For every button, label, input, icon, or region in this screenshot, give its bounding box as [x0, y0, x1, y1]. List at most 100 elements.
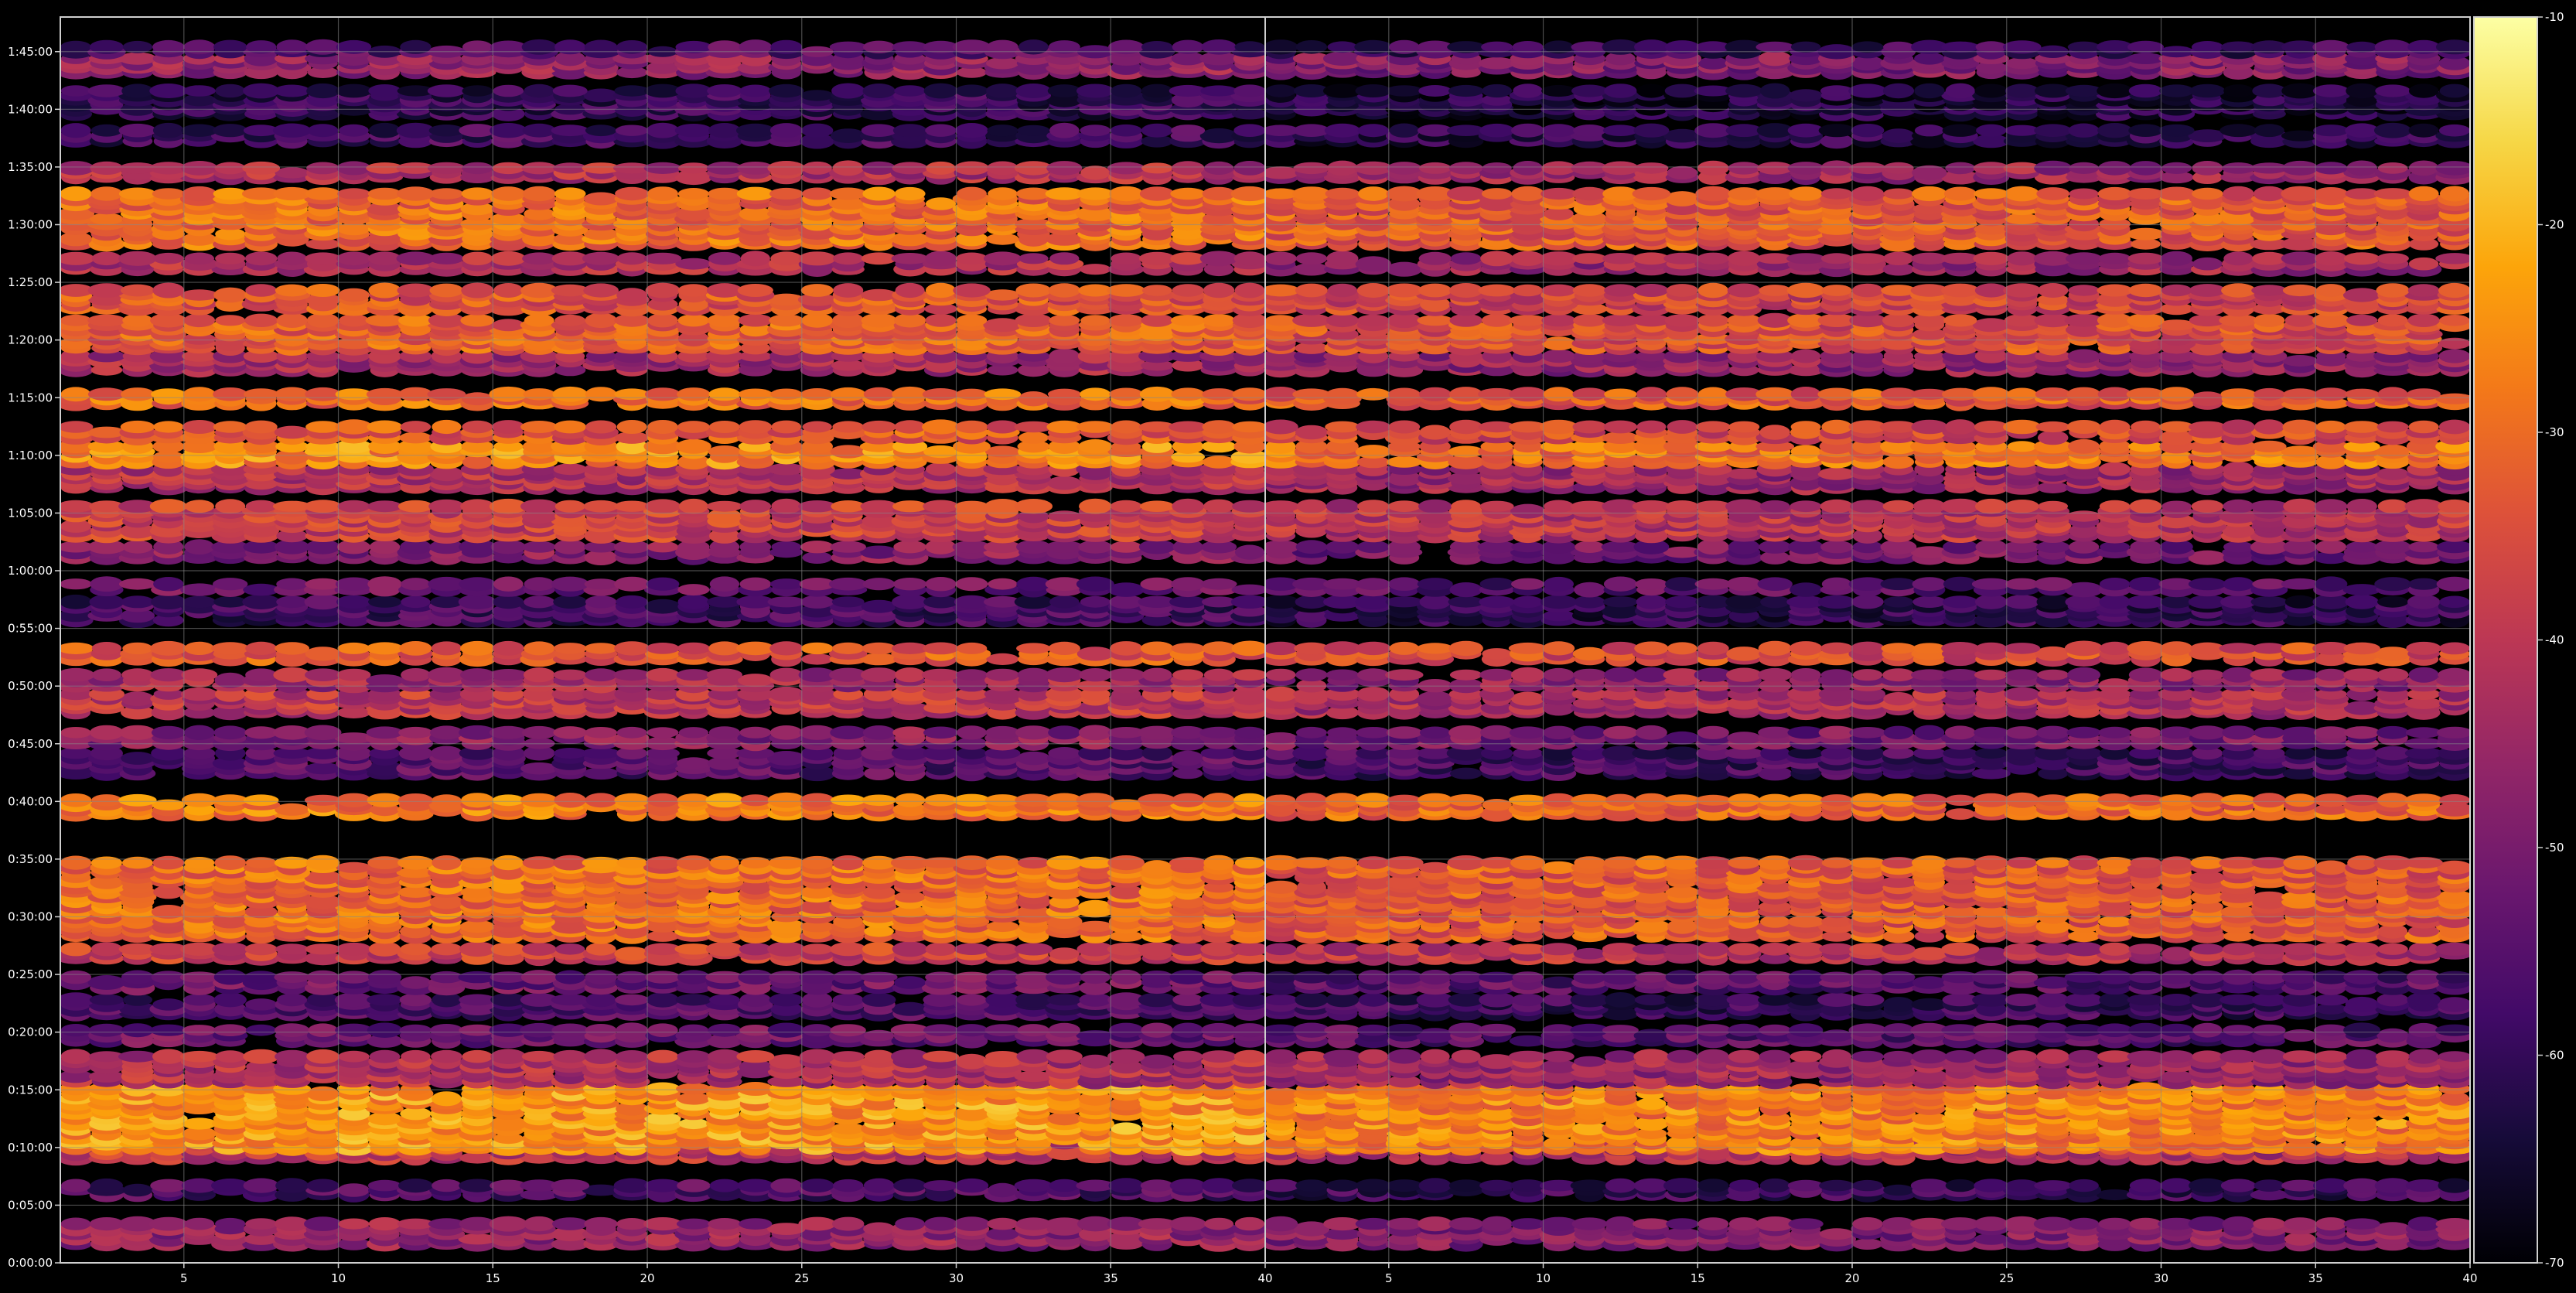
heatmap-cell [460, 499, 495, 513]
heatmap-cell [367, 576, 402, 592]
heatmap-cell [862, 420, 896, 434]
heatmap-cell [954, 943, 990, 956]
heatmap-cell [366, 387, 404, 401]
heatmap-cell [367, 793, 403, 808]
heatmap-cell [1171, 942, 1206, 957]
heatmap-cell [118, 1050, 157, 1063]
heatmap-cell [800, 595, 834, 609]
heatmap-cell [121, 691, 155, 707]
heatmap-cell [985, 855, 1019, 870]
heatmap-cell [833, 283, 864, 298]
heatmap-cell [893, 541, 926, 554]
heatmap-cell [524, 595, 555, 609]
heatmap-cell [368, 282, 401, 299]
heatmap-cell [431, 943, 462, 956]
heatmap-cell [60, 387, 91, 402]
heatmap-cell [925, 313, 957, 327]
heatmap-cell [923, 445, 958, 459]
heatmap-cell [1049, 348, 1080, 364]
heatmap-cell [1049, 595, 1080, 609]
heatmap-cell [524, 641, 555, 656]
heatmap-cell [212, 794, 248, 807]
heatmap-cell [584, 643, 618, 654]
heatmap-cell [367, 856, 402, 869]
heatmap-cell [90, 942, 123, 957]
heatmap-cell [1203, 793, 1235, 808]
heatmap-cell [1203, 855, 1234, 871]
heatmap-cell [1140, 1179, 1174, 1192]
heatmap-cell [677, 1050, 711, 1063]
heatmap-cell [90, 576, 124, 592]
heatmap-cell [397, 793, 433, 807]
heatmap-cell [1234, 282, 1265, 299]
heatmap-cell [120, 420, 155, 434]
heatmap-cell [832, 993, 864, 1006]
heatmap-cell [552, 1217, 589, 1230]
heatmap-cell [646, 667, 680, 682]
heatmap-cell [215, 499, 246, 514]
heatmap-cell [1109, 387, 1144, 401]
heatmap-cell [864, 1049, 894, 1063]
heatmap-cell [585, 727, 618, 739]
heatmap-cell [678, 1024, 709, 1036]
heatmap-cell [520, 970, 558, 985]
heatmap-cell [987, 943, 1018, 956]
heatmap-cell [60, 314, 92, 326]
heatmap-cell [802, 1024, 832, 1037]
heatmap-cell [398, 726, 433, 739]
heatmap-cell [1048, 1022, 1081, 1038]
heatmap-cell [521, 725, 557, 739]
heatmap-cell [800, 388, 834, 401]
heatmap-cell [1199, 251, 1238, 267]
heatmap-cell [1169, 970, 1206, 984]
heatmap-cell [119, 725, 156, 740]
heatmap-cell [676, 438, 711, 454]
heatmap-cell [244, 388, 279, 401]
heatmap-cell [769, 667, 804, 682]
heatmap-cell [1080, 387, 1111, 401]
heatmap-cell [430, 725, 463, 740]
heatmap-cell [893, 1179, 926, 1192]
heatmap-cell [1170, 315, 1206, 326]
heatmap-cell [243, 1049, 280, 1064]
heatmap-cell [60, 421, 94, 433]
heatmap-cell [831, 794, 866, 807]
heatmap-cell [60, 727, 91, 739]
heatmap-cell [182, 420, 217, 434]
heatmap-cell [708, 421, 741, 433]
heatmap-cell [276, 312, 308, 328]
heatmap-cell [555, 970, 585, 984]
heatmap-cell [399, 432, 432, 444]
heatmap-cell [831, 596, 865, 608]
heatmap-cell [954, 1216, 990, 1231]
heatmap-cell [336, 668, 371, 681]
heatmap-cell [91, 794, 122, 807]
heatmap-cell [830, 1024, 866, 1037]
heatmap-cell [1077, 920, 1114, 933]
heatmap-cell [832, 252, 864, 265]
heatmap-cell [677, 421, 711, 433]
heatmap-cell [677, 584, 710, 596]
heatmap-cell [925, 251, 957, 267]
heatmap-cell [1172, 669, 1204, 681]
heatmap-cell [1169, 1179, 1206, 1192]
heatmap-cell [830, 541, 866, 553]
heatmap-cell [954, 500, 989, 512]
heatmap-cell [181, 668, 218, 682]
heatmap-cell [771, 420, 802, 434]
heatmap-cell [459, 994, 496, 1006]
heatmap-cell [179, 1050, 219, 1063]
heatmap-cell [678, 498, 709, 514]
heatmap-cell [1199, 993, 1238, 1007]
heatmap-cell [277, 251, 307, 266]
heatmap-cell [614, 576, 650, 592]
heatmap-cell [1015, 992, 1052, 1008]
heatmap-cell [152, 1049, 185, 1064]
heatmap-cell [769, 971, 804, 984]
heatmap-cell [461, 392, 493, 406]
heatmap-cell [87, 387, 125, 401]
heatmap-cell [708, 726, 741, 739]
heatmap-cell [212, 942, 249, 957]
heatmap-cell [1138, 725, 1177, 739]
heatmap-cell [895, 1217, 925, 1231]
